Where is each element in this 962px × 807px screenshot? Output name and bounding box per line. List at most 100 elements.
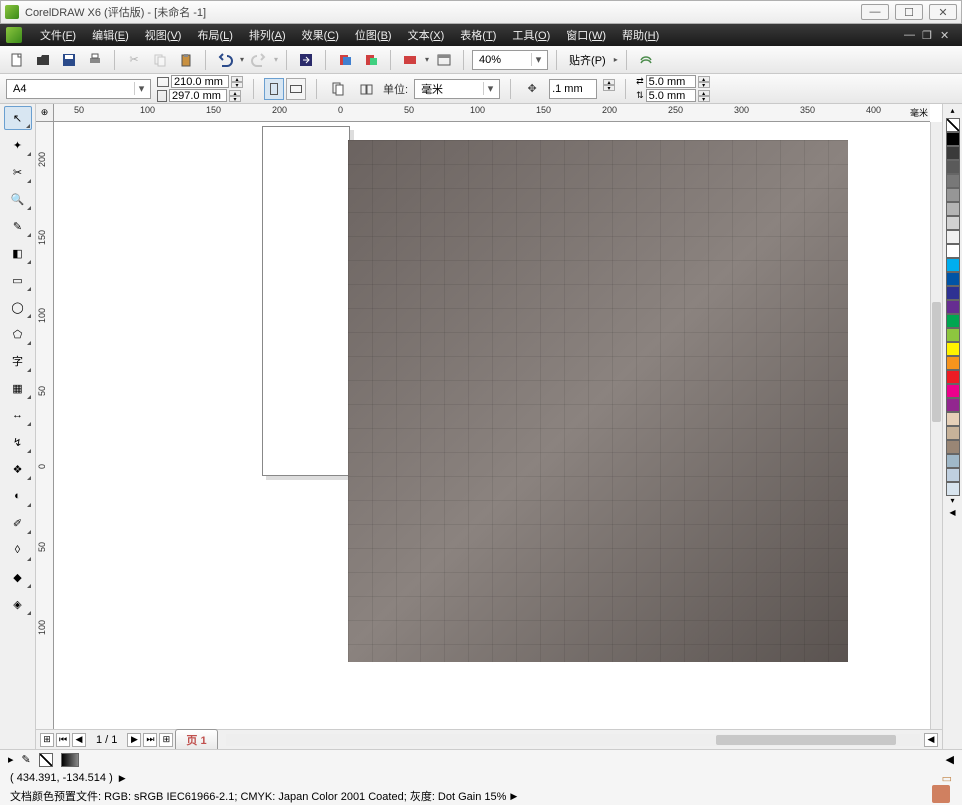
last-page-button[interactable]: ⏭	[143, 733, 157, 747]
horizontal-ruler[interactable]: 毫米50100150200050100150200250300350400	[54, 104, 930, 122]
minimize-button[interactable]: —	[861, 4, 889, 20]
canvas-viewport[interactable]	[54, 122, 930, 737]
color-swatch[interactable]	[946, 160, 960, 174]
dup-x-spinner[interactable]: ▴▾	[698, 76, 710, 88]
eyedropper-icon[interactable]: ✎	[22, 753, 31, 766]
export-button[interactable]	[334, 49, 356, 71]
options-button[interactable]	[635, 49, 657, 71]
mdi-close-icon[interactable]: ✕	[940, 29, 954, 41]
undo-dropdown-icon[interactable]: ▾	[240, 55, 244, 64]
color-swatch[interactable]	[946, 482, 960, 496]
color-swatch[interactable]	[946, 384, 960, 398]
dimension-tool[interactable]: ↔	[4, 403, 32, 427]
color-swatch[interactable]	[946, 342, 960, 356]
rectangle-tool[interactable]: ▭	[4, 268, 32, 292]
color-swatch[interactable]	[946, 398, 960, 412]
welcome-button[interactable]	[433, 49, 455, 71]
mdi-minimize-icon[interactable]: —	[904, 29, 918, 41]
color-swatch[interactable]	[946, 216, 960, 230]
dup-y-input[interactable]: 5.0 mm	[646, 89, 696, 102]
ellipse-tool[interactable]: ◯	[4, 295, 32, 319]
user-avatar-icon[interactable]	[932, 785, 950, 803]
close-button[interactable]: ✕	[929, 4, 957, 20]
menu-f[interactable]: 文件(F)	[32, 27, 84, 43]
maximize-button[interactable]: ☐	[895, 4, 923, 20]
vertical-ruler[interactable]: 20015010050050100	[36, 122, 54, 737]
interactive-fill-tool[interactable]: ◈	[4, 592, 32, 616]
freehand-tool[interactable]: ✎	[4, 214, 32, 238]
import-button[interactable]	[295, 49, 317, 71]
profile-arrow-icon[interactable]: ▶	[510, 791, 517, 802]
add-page-after-button[interactable]: ⊞	[159, 733, 173, 747]
menu-o[interactable]: 工具(O)	[504, 27, 558, 43]
fill-tool[interactable]: ◆	[4, 565, 32, 589]
page-width-input[interactable]: 210.0 mm	[171, 75, 229, 88]
color-swatch[interactable]	[946, 272, 960, 286]
coords-arrow-icon[interactable]: ▶	[119, 773, 126, 784]
color-swatch[interactable]	[946, 146, 960, 160]
first-page-button[interactable]: ⏮	[56, 733, 70, 747]
table-tool[interactable]: ▦	[4, 376, 32, 400]
palette-up-icon[interactable]: ▴	[945, 106, 961, 118]
new-button[interactable]	[6, 49, 28, 71]
color-swatch[interactable]	[946, 468, 960, 482]
fill-swatch[interactable]	[39, 753, 53, 767]
menu-c[interactable]: 效果(C)	[294, 27, 347, 43]
mdi-restore-icon[interactable]: ❐	[922, 29, 936, 41]
nudge-input[interactable]: .1 mm	[549, 79, 597, 99]
height-spinner[interactable]: ▴▾	[229, 90, 241, 102]
paste-button[interactable]	[175, 49, 197, 71]
color-swatch[interactable]	[946, 258, 960, 272]
menu-v[interactable]: 视图(V)	[137, 27, 190, 43]
blend-tool[interactable]: ❖	[4, 457, 32, 481]
nudge-spinner[interactable]: ▴▾	[603, 79, 615, 99]
menu-l[interactable]: 布局(L)	[189, 27, 240, 43]
color-swatch[interactable]	[946, 328, 960, 342]
menu-h[interactable]: 帮助(H)	[614, 27, 667, 43]
page-tab[interactable]: 页 1	[175, 729, 217, 750]
app-menu-icon[interactable]	[6, 27, 22, 43]
redo-dropdown-icon[interactable]: ▾	[274, 55, 278, 64]
color-swatch[interactable]	[946, 440, 960, 454]
open-button[interactable]	[32, 49, 54, 71]
dup-x-input[interactable]: 5.0 mm	[646, 75, 696, 88]
menu-t[interactable]: 表格(T)	[452, 27, 504, 43]
color-swatch[interactable]	[946, 286, 960, 300]
shape-tool[interactable]: ✦	[4, 133, 32, 157]
color-swatch[interactable]	[946, 426, 960, 440]
color-swatch[interactable]	[946, 356, 960, 370]
page-height-input[interactable]: 297.0 mm	[169, 89, 227, 102]
page-size-combo[interactable]: A4▾	[6, 79, 151, 99]
dup-y-spinner[interactable]: ▴▾	[698, 90, 710, 102]
menu-a[interactable]: 排列(A)	[241, 27, 294, 43]
eyedropper-tool[interactable]: ✐	[4, 511, 32, 535]
zoom-tool[interactable]: 🔍	[4, 187, 32, 211]
color-swatch[interactable]	[946, 300, 960, 314]
portrait-button[interactable]	[264, 78, 284, 100]
cut-button[interactable]: ✂	[123, 49, 145, 71]
zoom-combo[interactable]: 40%▾	[472, 50, 548, 70]
print-button[interactable]	[84, 49, 106, 71]
outline-tool[interactable]: ◊	[4, 538, 32, 562]
color-swatch[interactable]	[946, 188, 960, 202]
menu-e[interactable]: 编辑(E)	[84, 27, 137, 43]
prev-page-button[interactable]: ◀	[72, 733, 86, 747]
copy-button[interactable]	[149, 49, 171, 71]
color-swatch[interactable]	[946, 454, 960, 468]
palette-flyout-icon[interactable]: ◀	[945, 508, 961, 520]
palette-collapse-icon[interactable]: ◀	[946, 753, 954, 766]
guide-arrow-icon[interactable]: ▸	[8, 753, 14, 766]
transparency-tool[interactable]: ◐	[4, 484, 32, 508]
snap-dropdown-icon[interactable]: ▸	[614, 55, 618, 64]
color-swatch[interactable]	[946, 202, 960, 216]
publish-pdf-button[interactable]	[360, 49, 382, 71]
color-swatch[interactable]	[946, 412, 960, 426]
connector-tool[interactable]: ↯	[4, 430, 32, 454]
next-page-button[interactable]: ▶	[127, 733, 141, 747]
landscape-button[interactable]	[286, 78, 306, 100]
pick-tool[interactable]: ↖	[4, 106, 32, 130]
color-swatch[interactable]	[946, 370, 960, 384]
color-swatch[interactable]	[946, 230, 960, 244]
color-swatch[interactable]	[946, 174, 960, 188]
horizontal-scrollbar[interactable]	[226, 734, 920, 746]
